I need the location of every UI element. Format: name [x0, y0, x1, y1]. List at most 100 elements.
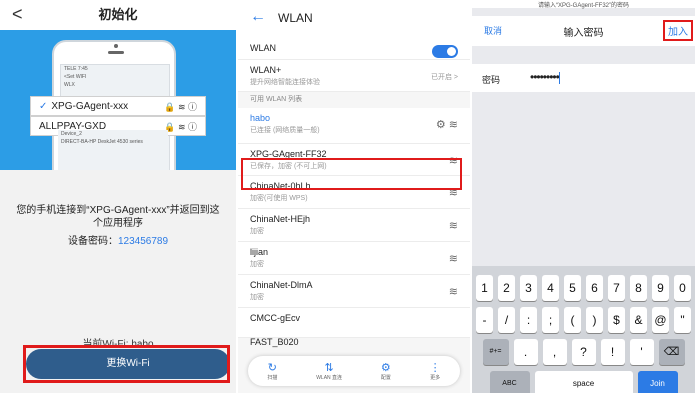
key[interactable]: 1 [476, 275, 493, 301]
password-value: 123456789 [117, 236, 169, 247]
join-button[interactable]: 加入 [663, 20, 693, 41]
gear-icon: ⚙ [380, 362, 391, 374]
popup-network-1: ✓ XPG-GAgent-xxx 🔒 ≋ ⓘ [30, 96, 206, 116]
key[interactable]: ) [586, 307, 603, 333]
mini-header: <Set WIFI [61, 73, 169, 81]
mini-back: <Set [64, 74, 75, 80]
wlan-toggle[interactable] [432, 45, 458, 58]
keyboard-row-punct: #+= . , ? ! ' ⌫ [474, 339, 693, 365]
back-arrow-icon[interactable]: ← [250, 8, 266, 26]
password-field-label: 密码 [482, 75, 501, 85]
check-icon: ✓ [39, 101, 48, 112]
more-icon: ⋮ [429, 362, 441, 374]
text-caret [558, 71, 560, 84]
wlan-direct-label: WLAN 直连 [316, 375, 343, 381]
lock-wifi-info-icon: 🔒 ≋ ⓘ [164, 122, 197, 132]
key[interactable]: 5 [564, 275, 581, 301]
key[interactable]: @ [652, 307, 669, 333]
key[interactable]: - [476, 307, 493, 333]
phone-lower-list: Device_2 DIRECT-BA-HP DeskJet 4530 serie… [58, 130, 168, 170]
network-row[interactable]: CMCC-gEcv FAST_B020 [238, 308, 470, 347]
more-label: 更多 [430, 375, 441, 381]
key[interactable]: , [542, 339, 567, 365]
keyboard-row-symbols: - / : ; ( ) $ & @ " [474, 307, 693, 333]
key[interactable]: . [513, 339, 538, 365]
key[interactable]: 7 [608, 275, 625, 301]
network-name: ChinaNet-DlmA [250, 280, 313, 290]
wifi-icon: ≋ [448, 220, 458, 232]
key[interactable]: ' [629, 339, 654, 365]
network-name: CMCC-gEcv [250, 313, 301, 323]
network-row[interactable]: ChinaNet-HEjh 加密 ≋ [238, 209, 470, 242]
space-key[interactable]: space [534, 371, 633, 393]
key[interactable]: : [520, 307, 537, 333]
password-field[interactable]: 密码 ••••••••• [472, 64, 695, 92]
key[interactable]: ? [571, 339, 596, 365]
password-prompt: 请输入“XPG-GAgent-FF32”的密码 [472, 0, 695, 9]
key[interactable]: 9 [652, 275, 669, 301]
join-key[interactable]: Join [637, 371, 678, 393]
key[interactable]: ! [600, 339, 625, 365]
symbols-toggle-key[interactable]: #+= [482, 339, 509, 365]
network-name: lijian [250, 247, 269, 257]
available-list-header: 可用 WLAN 列表 [250, 96, 303, 103]
key[interactable]: 3 [520, 275, 537, 301]
password-navbar: 取消 输入密码 加入 [472, 16, 695, 46]
speaker-slot [108, 51, 124, 54]
network-status: 加密 [250, 261, 264, 268]
page-title: 初始化 [98, 7, 138, 22]
refresh-icon: ↻ [267, 362, 277, 374]
network-status: 已连接 (网络质量一般) [250, 127, 320, 134]
password-label: 设备密码： [67, 236, 118, 247]
password-dots: ••••••••• [530, 70, 560, 84]
network-name-partial: FAST_B020 [250, 337, 299, 347]
wlan-navbar: ← WLAN [238, 0, 470, 38]
password-input[interactable]: ••••••••• [530, 70, 560, 84]
key[interactable]: ( [564, 307, 581, 333]
key[interactable]: / [498, 307, 515, 333]
wlan-label: WLAN [250, 43, 277, 53]
init-navbar: < 初始化 [0, 0, 236, 30]
popup-network-name: XPG-GAgent-xxx [51, 101, 129, 112]
wifi-direct-icon: ⇅ [324, 362, 334, 374]
mini-row-3: DIRECT-BA-HP DeskJet 4530 series [61, 139, 143, 145]
key[interactable]: 4 [542, 275, 559, 301]
wlan-plus-label: WLAN+ [250, 65, 282, 75]
keyboard: 1 2 3 4 5 6 7 8 9 0 - / : ; ( ) $ & @ " … [472, 266, 695, 393]
scan-label: 扫描 [267, 375, 278, 381]
network-status: 加密 [250, 294, 264, 301]
key[interactable]: ; [542, 307, 559, 333]
network-name: habo [250, 113, 271, 123]
wlan-direct-button[interactable]: ⇅ WLAN 直连 [316, 361, 342, 381]
network-name: ChinaNet-HEjh [250, 214, 311, 224]
key[interactable]: " [674, 307, 691, 333]
camera-dot [114, 44, 118, 48]
key[interactable]: $ [608, 307, 625, 333]
network-row[interactable]: ChinaNet-DlmA 加密 ≋ [238, 275, 470, 308]
wlan-plus-state: 已开启 > [430, 74, 458, 81]
mini-status: TELE 7:45 [64, 66, 88, 72]
more-button[interactable]: ⋮ 更多 [430, 361, 441, 381]
lock-wifi-info-icon: 🔒 ≋ ⓘ [164, 102, 197, 112]
network-status: 加密(可使用 WPS) [250, 195, 308, 202]
wifi-icon: ⚙ ≋ [435, 119, 458, 131]
key[interactable]: 8 [630, 275, 647, 301]
mini-row-1: WLX [64, 82, 75, 88]
wlan-plus-row[interactable]: WLAN+ 提升网络智能连接体验 已开启 > [238, 60, 470, 92]
mini-row-2: Device_2 [61, 131, 82, 137]
config-button[interactable]: ⚙ 配置 [381, 361, 391, 381]
key[interactable]: & [630, 307, 647, 333]
network-row[interactable]: habo 已连接 (网络质量一般) ⚙ ≋ [238, 108, 470, 144]
key[interactable]: 0 [674, 275, 691, 301]
keyboard-row-bottom: ABC space Join [474, 371, 693, 393]
abc-key[interactable]: ABC [489, 371, 530, 393]
bottom-action-bar: ↻ 扫描 ⇅ WLAN 直连 ⚙ 配置 ⋮ 更多 [248, 356, 460, 386]
back-icon[interactable]: < [12, 4, 23, 25]
panel-password: 请输入“XPG-GAgent-FF32”的密码 取消 输入密码 加入 密码 ••… [472, 0, 695, 393]
backspace-icon[interactable]: ⌫ [658, 339, 685, 365]
scan-button[interactable]: ↻ 扫描 [267, 361, 277, 381]
key[interactable]: 2 [498, 275, 515, 301]
panel-wlan: ← WLAN WLAN WLAN+ 提升网络智能连接体验 已开启 > 可用 WL… [238, 0, 470, 393]
key[interactable]: 6 [586, 275, 603, 301]
network-row[interactable]: lijian 加密 ≋ [238, 242, 470, 275]
